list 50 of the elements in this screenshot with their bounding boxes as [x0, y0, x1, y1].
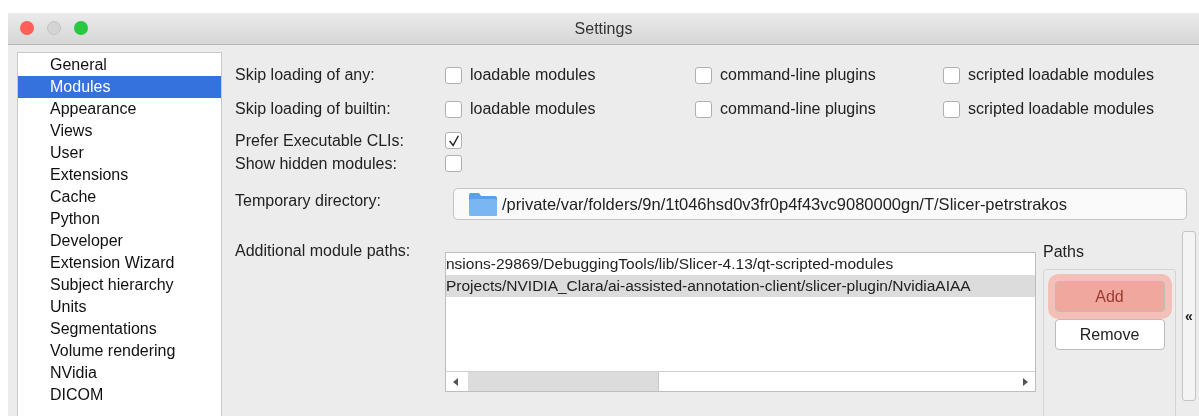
checkbox[interactable]: [445, 100, 462, 118]
field-label: Temporary directory:: [235, 191, 382, 210]
sidebar-item[interactable]: Extensions: [18, 164, 221, 186]
sidebar-item[interactable]: Volume rendering: [18, 340, 221, 362]
sidebar-item[interactable]: Segmentations: [18, 318, 221, 340]
checkbox[interactable]: [943, 66, 960, 84]
directory-button[interactable]: /private/var/folders/9n/1t046hsd0v3fr0p4f43vc9080000gn/T/Slicer-petrstrakos: [453, 188, 1187, 220]
close-icon[interactable]: [20, 21, 34, 35]
right-arrow-icon[interactable]: [1020, 376, 1030, 387]
sidebar-item[interactable]: Units: [18, 296, 221, 318]
checkbox-label: scripted loadable modules: [968, 100, 1154, 118]
field-label: Prefer Executable CLIs:: [235, 131, 405, 150]
checkbox-label: loadable modules: [470, 66, 596, 84]
sidebar-item[interactable]: DICOM: [18, 384, 221, 406]
checkbox[interactable]: [695, 66, 712, 84]
sidebar-item[interactable]: Python: [18, 208, 221, 230]
checkbox[interactable]: [695, 100, 712, 118]
checkbox-label: scripted loadable modules: [968, 66, 1154, 84]
checkbox[interactable]: [445, 132, 462, 149]
checkbox-label: loadable modules: [470, 100, 596, 118]
field-label: Skip loading of builtin:: [235, 100, 392, 118]
sidebar-item[interactable]: Subject hierarchy: [18, 274, 221, 296]
sidebar-item[interactable]: Modules: [18, 76, 221, 98]
minimize-icon[interactable]: [47, 21, 61, 35]
collapse-button[interactable]: «: [1182, 231, 1196, 401]
checkbox[interactable]: [943, 100, 960, 118]
checkbox-label: command-line plugins: [720, 100, 876, 118]
sidebar-item[interactable]: Developer: [18, 230, 221, 252]
folder-icon: [468, 191, 498, 217]
field-label: Skip loading of any:: [235, 66, 376, 84]
sidebar-item[interactable]: Extension Wizard: [18, 252, 221, 274]
checkbox[interactable]: [445, 66, 462, 84]
field-label: Additional module paths:: [235, 242, 412, 260]
zoom-icon[interactable]: [74, 21, 88, 35]
sidebar-item[interactable]: Views: [18, 120, 221, 142]
sidebar-item[interactable]: General: [18, 54, 221, 76]
list-item[interactable]: Projects/NVIDIA_Clara/ai-assisted-annotation-client/slicer-plugin/NvidiaAIAA: [446, 275, 1035, 297]
sidebar-item[interactable]: Cache: [18, 186, 221, 208]
left-arrow-icon[interactable]: [451, 376, 461, 387]
horizontal-scrollbar[interactable]: [446, 371, 1035, 391]
checkbox-label: command-line plugins: [720, 66, 876, 84]
window-title: Settings: [574, 19, 633, 38]
checkbox[interactable]: [445, 155, 462, 172]
group-title: Paths: [1043, 242, 1085, 262]
sidebar-item[interactable]: NVidia: [18, 362, 221, 384]
path-button[interactable]: Remove: [1054, 319, 1165, 350]
sidebar-item[interactable]: Appearance: [18, 98, 221, 120]
field-label: Show hidden modules:: [235, 154, 398, 173]
sidebar-item[interactable]: User: [18, 142, 221, 164]
list-item[interactable]: nsions-29869/DebuggingTools/lib/Slicer-4.13/qt-scripted-modules: [446, 253, 1035, 275]
